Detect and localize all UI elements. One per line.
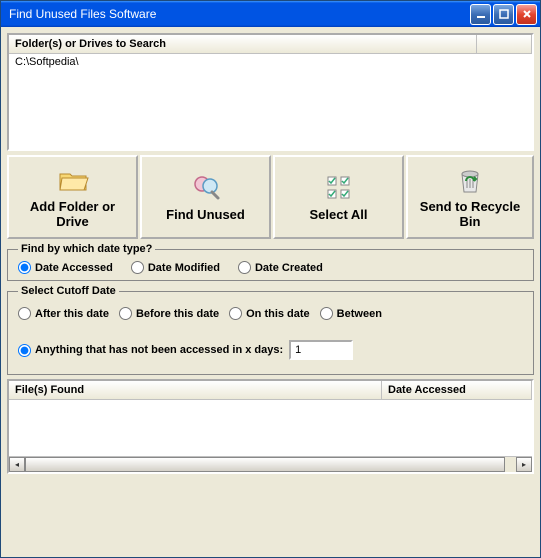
recycle-button[interactable]: Send to Recycle Bin: [406, 155, 534, 239]
radio-after-label: After this date: [35, 308, 109, 320]
radio-after-date[interactable]: After this date: [18, 307, 109, 320]
app-window: Find Unused Files Software Folder(s) or …: [0, 0, 541, 558]
add-folder-label: Add Folder or Drive: [13, 200, 132, 230]
horizontal-scrollbar[interactable]: ◂ ▸: [9, 456, 532, 472]
cutoff-fieldset: Select Cutoff Date After this date Befor…: [7, 285, 534, 375]
close-button[interactable]: [516, 4, 537, 25]
find-unused-button[interactable]: Find Unused: [140, 155, 271, 239]
date-type-options: Date Accessed Date Modified Date Created: [18, 261, 523, 274]
add-folder-button[interactable]: Add Folder or Drive: [7, 155, 138, 239]
select-all-label: Select All: [309, 208, 367, 223]
days-input[interactable]: [289, 340, 353, 360]
folders-header-label[interactable]: Folder(s) or Drives to Search: [9, 35, 477, 53]
minimize-icon: [475, 8, 487, 20]
radio-date-accessed-input[interactable]: [18, 261, 31, 274]
results-col-date[interactable]: Date Accessed: [382, 381, 532, 399]
select-all-button[interactable]: Select All: [273, 155, 404, 239]
scroll-thumb[interactable]: [25, 457, 505, 472]
cutoff-row2: Anything that has not been accessed in x…: [18, 340, 523, 360]
window-controls: [470, 4, 537, 25]
results-body[interactable]: [9, 400, 532, 456]
radio-not-accessed-input[interactable]: [18, 344, 31, 357]
radio-on-label: On this date: [246, 308, 310, 320]
close-icon: [521, 8, 533, 20]
cutoff-legend: Select Cutoff Date: [18, 285, 119, 297]
radio-on-input[interactable]: [229, 307, 242, 320]
date-type-legend: Find by which date type?: [18, 243, 155, 255]
date-type-fieldset: Find by which date type? Date Accessed D…: [7, 243, 534, 281]
radio-date-modified[interactable]: Date Modified: [131, 261, 220, 274]
maximize-icon: [498, 8, 510, 20]
folders-panel: Folder(s) or Drives to Search C:\Softped…: [7, 33, 534, 151]
scroll-right-button[interactable]: ▸: [516, 457, 532, 472]
radio-date-modified-input[interactable]: [131, 261, 144, 274]
radio-between[interactable]: Between: [320, 307, 382, 320]
recycle-label: Send to Recycle Bin: [412, 200, 528, 230]
select-all-icon: [323, 172, 355, 204]
radio-date-created-label: Date Created: [255, 262, 323, 274]
find-unused-label: Find Unused: [166, 208, 245, 223]
results-header: File(s) Found Date Accessed: [9, 381, 532, 400]
radio-between-label: Between: [337, 308, 382, 320]
toolbar: Add Folder or Drive Find Unused Sel: [7, 155, 534, 239]
radio-date-modified-label: Date Modified: [148, 262, 220, 274]
radio-not-accessed[interactable]: Anything that has not been accessed in x…: [18, 344, 283, 357]
radio-date-created[interactable]: Date Created: [238, 261, 323, 274]
minimize-button[interactable]: [470, 4, 491, 25]
results-col-files[interactable]: File(s) Found: [9, 381, 382, 399]
cutoff-row1: After this date Before this date On this…: [18, 307, 523, 320]
radio-after-input[interactable]: [18, 307, 31, 320]
folders-list[interactable]: C:\Softpedia\: [9, 54, 532, 149]
folders-header-stub: [477, 35, 532, 53]
window-title: Find Unused Files Software: [9, 7, 470, 21]
radio-before-date[interactable]: Before this date: [119, 307, 219, 320]
radio-date-accessed[interactable]: Date Accessed: [18, 261, 113, 274]
scroll-track[interactable]: [25, 457, 516, 472]
radio-before-label: Before this date: [136, 308, 219, 320]
folder-icon: [57, 164, 89, 196]
radio-on-date[interactable]: On this date: [229, 307, 310, 320]
radio-not-accessed-label: Anything that has not been accessed in x…: [35, 344, 283, 356]
maximize-button[interactable]: [493, 4, 514, 25]
radio-between-input[interactable]: [320, 307, 333, 320]
folder-item[interactable]: C:\Softpedia\: [15, 56, 526, 68]
content-area: Folder(s) or Drives to Search C:\Softped…: [1, 27, 540, 557]
radio-date-created-input[interactable]: [238, 261, 251, 274]
recycle-bin-icon: [454, 164, 486, 196]
radio-date-accessed-label: Date Accessed: [35, 262, 113, 274]
results-panel: File(s) Found Date Accessed ◂ ▸: [7, 379, 534, 474]
scroll-left-button[interactable]: ◂: [9, 457, 25, 472]
search-icon: [190, 172, 222, 204]
titlebar: Find Unused Files Software: [1, 1, 540, 27]
folders-header: Folder(s) or Drives to Search: [9, 35, 532, 54]
radio-before-input[interactable]: [119, 307, 132, 320]
